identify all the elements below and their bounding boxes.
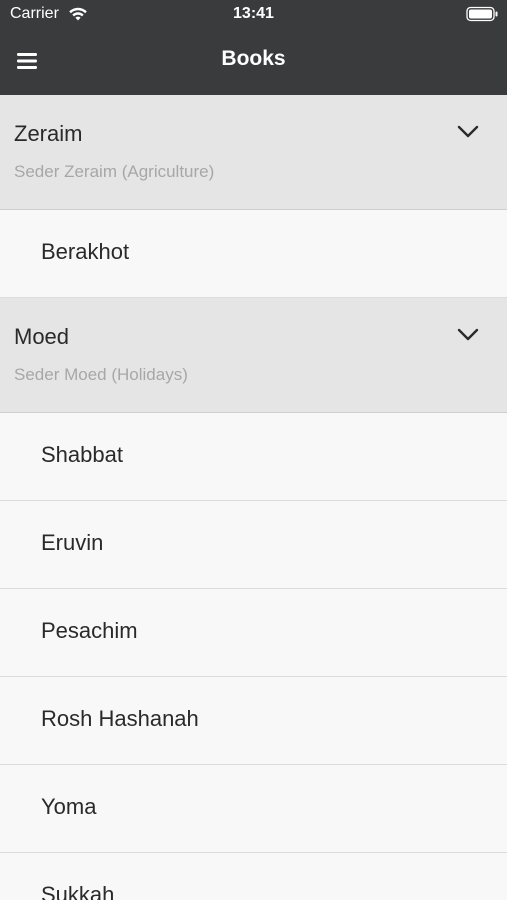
section-subtitle: Seder Moed (Holidays) xyxy=(14,365,188,384)
book-row[interactable]: Eruvin xyxy=(0,501,507,589)
book-row[interactable]: Rosh Hashanah xyxy=(0,677,507,765)
book-label: Pesachim xyxy=(41,618,138,643)
book-row[interactable]: Berakhot xyxy=(0,210,507,298)
chevron-down-icon[interactable] xyxy=(457,328,479,342)
book-row[interactable]: Shabbat xyxy=(0,413,507,501)
section-title: Moed xyxy=(14,324,70,349)
book-label: Rosh Hashanah xyxy=(41,706,199,731)
book-row[interactable]: Yoma xyxy=(0,765,507,853)
chevron-down-icon[interactable] xyxy=(457,125,479,139)
book-row[interactable]: Sukkah xyxy=(0,853,507,900)
book-label: Sukkah xyxy=(41,882,115,900)
book-list: Zeraim Seder Zeraim (Agriculture) Berakhot… xyxy=(0,95,507,900)
battery-icon xyxy=(466,6,498,22)
section-header-zeraim[interactable]: Zeraim Seder Zeraim (Agriculture) xyxy=(0,95,507,210)
section-header-moed[interactable]: Moed Seder Moed (Holidays) xyxy=(0,298,507,413)
section-subtitle: Seder Zeraim (Agriculture) xyxy=(14,162,215,181)
section-title: Zeraim xyxy=(14,121,83,146)
app-screen: Carrier 13:41 Books Zeraim Seder Zeraim (… xyxy=(0,0,507,900)
book-row[interactable]: Pesachim xyxy=(0,589,507,677)
top-bar: Carrier 13:41 Books xyxy=(0,0,507,95)
book-label: Shabbat xyxy=(41,442,123,467)
book-label: Eruvin xyxy=(41,530,104,555)
book-label: Berakhot xyxy=(41,239,130,264)
book-label: Yoma xyxy=(41,794,97,819)
status-time: 13:41 xyxy=(233,5,274,22)
page-title: Books xyxy=(221,47,286,70)
